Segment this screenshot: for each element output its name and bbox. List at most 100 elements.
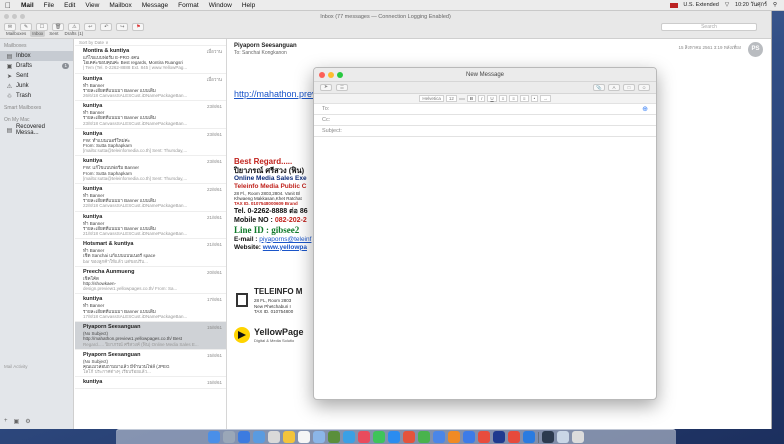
compose-zoom-button[interactable] <box>337 72 343 78</box>
message-list-item[interactable]: kuntiya 17/8/61 ทำ Banner รายละเอียดที่แนบม… <box>75 294 226 323</box>
numbers-icon[interactable] <box>403 431 415 443</box>
sidebar-item-junk[interactable]: ⚠ Junk <box>0 81 73 91</box>
launchpad-icon[interactable] <box>223 431 235 443</box>
itunes-icon[interactable] <box>448 431 460 443</box>
font-select[interactable]: Helvetica <box>419 95 444 102</box>
keynote-icon[interactable] <box>418 431 430 443</box>
clock-label[interactable]: 10:20 วันศุกร์ <box>732 1 770 9</box>
search-icon[interactable]: ⚲ <box>770 2 780 8</box>
header-fields-button[interactable]: ☰ <box>336 84 348 91</box>
trash-dock-icon[interactable] <box>572 431 584 443</box>
messages-icon[interactable] <box>343 431 355 443</box>
message-list-item[interactable]: kuntiya 22/8/61 ทำ Banner รายละเอียดที่แนบม… <box>75 184 226 212</box>
compose-titlebar[interactable]: New Message <box>314 68 656 82</box>
message-link[interactable]: http://mahathon.previ <box>234 89 319 99</box>
notes-icon[interactable] <box>283 431 295 443</box>
message-list-item[interactable]: kuntiya 15/8/61 <box>75 377 226 390</box>
mail-icon[interactable] <box>253 431 265 443</box>
sig-web-link[interactable]: www.yellowpa <box>263 244 307 251</box>
add-contact-icon[interactable]: ⊕ <box>642 104 648 115</box>
align-center-icon[interactable]: ≡ <box>509 95 518 102</box>
compose-close-button[interactable] <box>319 72 325 78</box>
menu-edit[interactable]: Edit <box>59 0 80 11</box>
cc-field[interactable]: Cc: <box>314 115 656 126</box>
subject-field[interactable]: Subject: <box>314 126 656 137</box>
apple-icon[interactable]:  <box>0 0 16 11</box>
finder-icon[interactable] <box>208 431 220 443</box>
menu-file[interactable]: File <box>39 0 59 11</box>
menu-format[interactable]: Format <box>173 0 204 11</box>
message-body-editor[interactable] <box>314 149 656 399</box>
mailbox-action-icon[interactable]: ▣ <box>14 418 20 425</box>
sort-control[interactable]: Sort by Date ∨ <box>75 39 226 46</box>
safari-icon[interactable] <box>238 431 250 443</box>
sidebar-item-inbox[interactable]: ▤ Inbox <box>0 51 73 61</box>
facetime-icon[interactable] <box>373 431 385 443</box>
reply-all-button[interactable]: ↶ <box>100 23 113 31</box>
emoji-icon[interactable]: ☺ <box>638 84 650 91</box>
search-input[interactable]: Search <box>661 23 757 31</box>
message-list-item[interactable]: kuntiya เมื่อวาน ทำ Banner รายละเอียดที่แนบ… <box>75 74 226 102</box>
list-icon[interactable]: • <box>530 95 539 102</box>
message-list-item[interactable]: kuntiya 21/8/61 ทำ Banner รายละเอียดที่แนบม… <box>75 212 226 240</box>
calendar-icon[interactable] <box>268 431 280 443</box>
fav-mailboxes[interactable]: Mailboxes <box>4 30 28 37</box>
sidebar-item-recovered[interactable]: ▤ Recovered Messa... <box>0 124 73 136</box>
photo-browser-icon[interactable]: □ <box>623 84 635 91</box>
sidebar-item-trash[interactable]: ♲ Trash <box>0 91 73 101</box>
bold-button[interactable]: B <box>466 95 477 102</box>
teamviewer-icon[interactable] <box>523 431 535 443</box>
system-preferences-icon[interactable] <box>433 431 445 443</box>
chrome-icon[interactable] <box>463 431 475 443</box>
menu-help[interactable]: Help <box>237 0 260 11</box>
menu-mailbox[interactable]: Mailbox <box>104 0 136 11</box>
documents-stack-icon[interactable] <box>557 431 569 443</box>
illustrator-icon[interactable] <box>478 431 490 443</box>
settings-icon[interactable]: ⚙ <box>25 418 30 425</box>
input-source-label[interactable]: U.S. Extended <box>680 2 721 8</box>
sidebar-item-drafts[interactable]: ▣ Drafts 1 <box>0 61 73 71</box>
message-list-item[interactable]: Montira & kuntiya เมื่อวาน แก้ไขแบบฟอร์ม E… <box>75 46 226 74</box>
smart-mailboxes-header[interactable]: Smart Mailboxes <box>0 101 73 113</box>
sidebar-item-sent[interactable]: ➤ Sent <box>0 71 73 81</box>
maps-icon[interactable] <box>328 431 340 443</box>
message-list-item[interactable]: kuntiya 23/8/61 FW: ทำแบนเนอร์ใหม่ค่ะ From:… <box>75 129 226 157</box>
underline-button[interactable]: U <box>487 95 497 102</box>
message-list-item[interactable]: kuntiya 23/8/61 ทำ Banner รายละเอียดที่แนบม… <box>75 101 226 129</box>
preview-icon[interactable] <box>313 431 325 443</box>
send-button[interactable]: ➤ <box>320 84 332 91</box>
color-swatch[interactable] <box>458 97 465 100</box>
message-list-item[interactable]: kuntiya 23/8/61 FW: แก้ไขแบบฟอร์ม Banner Fr… <box>75 156 226 185</box>
downloads-stack-icon[interactable] <box>542 431 554 443</box>
menu-view[interactable]: View <box>80 0 104 11</box>
photos-icon[interactable] <box>358 431 370 443</box>
compose-minimize-button[interactable] <box>328 72 334 78</box>
reply-button[interactable]: ↩ <box>84 23 97 31</box>
attach-icon[interactable]: 📎 <box>593 84 605 91</box>
menu-message[interactable]: Message <box>137 0 173 11</box>
app-store-icon[interactable] <box>388 431 400 443</box>
to-field[interactable]: To: ⊕ <box>314 104 656 115</box>
fav-inbox[interactable]: Inbox <box>30 30 46 37</box>
italic-button[interactable]: I <box>478 95 486 102</box>
wifi-icon[interactable]: ▽ <box>722 2 732 8</box>
format-icon[interactable]: A <box>608 84 620 91</box>
message-list-item[interactable]: Preecha Aunmueng 20/8/61 เช็คโค้ด http://sh… <box>75 267 226 295</box>
photoshop-icon[interactable] <box>493 431 505 443</box>
add-mailbox-icon[interactable]: + <box>4 418 8 425</box>
fav-sent[interactable]: Sent <box>47 30 60 37</box>
message-list-item[interactable]: Hotsmart & kuntiya 21/8/61 ทำ Banner เชิด S… <box>75 239 226 267</box>
indent-icon[interactable]: → <box>540 95 551 102</box>
reminders-icon[interactable] <box>298 431 310 443</box>
flag-button[interactable]: ⚑ <box>132 23 145 31</box>
forward-button[interactable]: ↪ <box>116 23 129 31</box>
fav-drafts[interactable]: Drafts (1) <box>63 30 86 37</box>
input-source-flag-icon[interactable] <box>670 2 679 8</box>
menu-window[interactable]: Window <box>204 0 237 11</box>
font-size-select[interactable]: 12 <box>445 95 457 102</box>
align-right-icon[interactable]: ≡ <box>519 95 529 102</box>
message-list-item[interactable]: Piyaporn Seesanguan 15/8/61 (No Subject) คุ… <box>75 350 226 378</box>
menu-app[interactable]: Mail <box>16 0 39 11</box>
align-left-icon[interactable]: ≡ <box>498 95 508 102</box>
opera-icon[interactable] <box>508 431 520 443</box>
